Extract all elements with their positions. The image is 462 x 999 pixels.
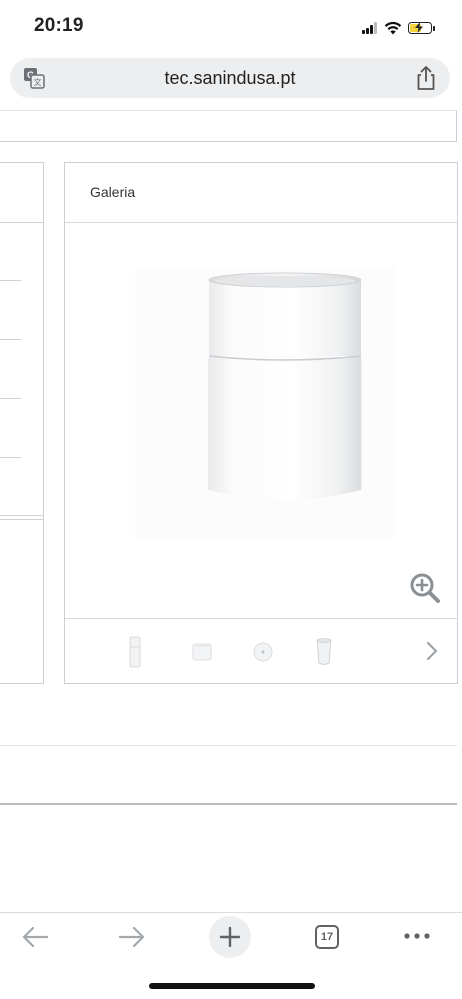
more-dots-icon[interactable] — [403, 931, 431, 941]
gallery-divider — [65, 222, 457, 223]
address-bar[interactable]: G 文 tec.sanindusa.pt — [10, 58, 450, 98]
section-divider — [0, 803, 457, 805]
section-divider — [0, 745, 457, 746]
left-panel — [0, 162, 44, 684]
thumbnail-divider — [65, 618, 457, 619]
wifi-icon — [384, 21, 402, 35]
url-text[interactable]: tec.sanindusa.pt — [10, 68, 450, 89]
new-tab-button[interactable] — [209, 916, 251, 958]
angled-washbasin-thumbnail[interactable] — [314, 637, 334, 667]
tab-count: 17 — [320, 931, 334, 943]
gallery-title: Galeria — [90, 184, 136, 200]
battery-charging-icon — [408, 22, 435, 34]
share-icon[interactable] — [414, 65, 438, 91]
product-image[interactable] — [125, 258, 405, 548]
toolbar-divider — [0, 912, 462, 913]
forward-arrow-icon[interactable] — [117, 924, 147, 950]
top-content-box — [0, 110, 457, 142]
short-basin-thumbnail[interactable] — [191, 641, 213, 663]
status-time: 20:19 — [34, 15, 84, 36]
tab-switcher-button[interactable]: 17 — [315, 925, 339, 949]
tall-washbasin-thumbnail[interactable] — [127, 635, 143, 669]
home-indicator — [149, 983, 315, 989]
zoom-in-icon[interactable] — [409, 572, 441, 604]
back-arrow-icon[interactable] — [20, 924, 50, 950]
plus-icon — [219, 926, 241, 948]
signal-icon — [362, 22, 378, 34]
chevron-right-icon[interactable] — [425, 640, 439, 662]
top-view-thumbnail[interactable] — [252, 641, 274, 663]
status-icons — [362, 18, 435, 38]
gallery-panel: Galeria — [64, 162, 458, 684]
